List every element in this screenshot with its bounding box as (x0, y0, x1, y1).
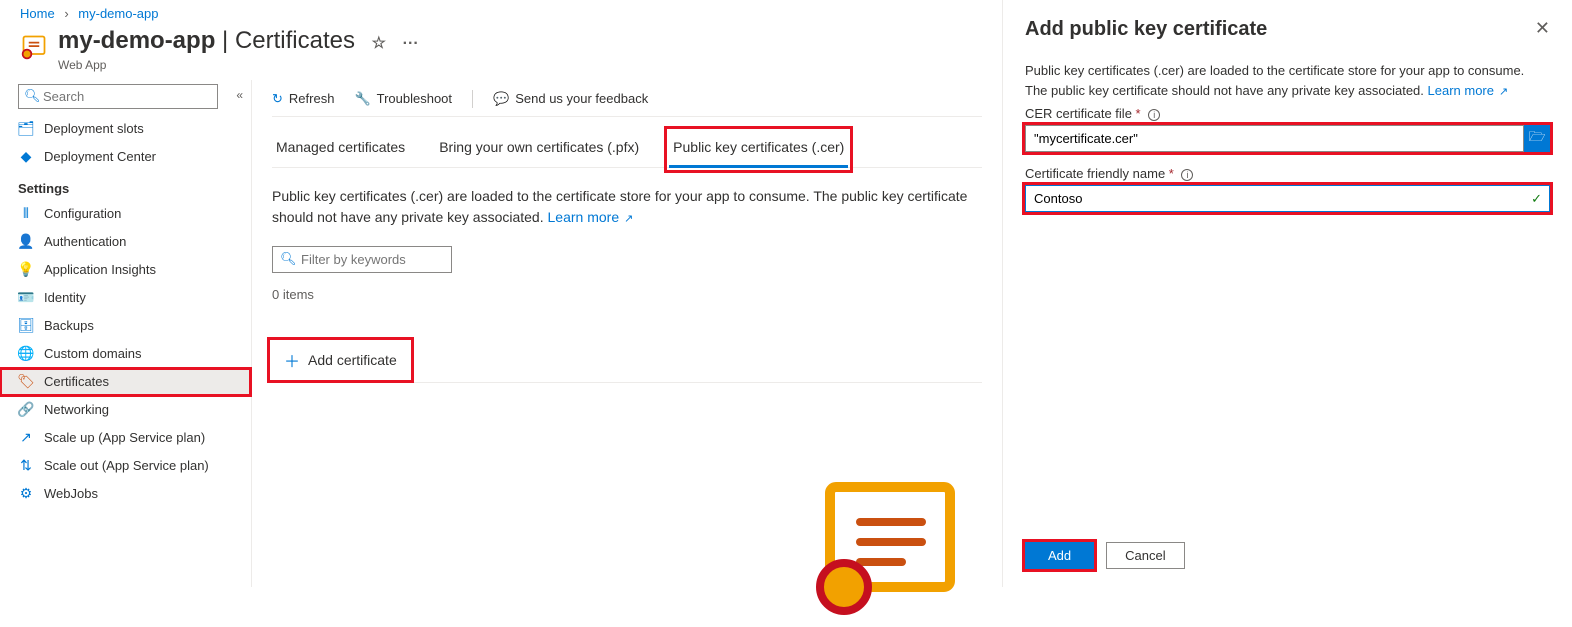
friendly-name-input[interactable] (1025, 185, 1550, 212)
authentication-icon: 👤 (18, 234, 34, 250)
sidebar-section-settings: Settings (0, 171, 251, 200)
external-link-icon: ↗ (621, 213, 633, 225)
scale-up-icon: ↗ (18, 430, 34, 446)
favorite-star-icon[interactable]: ☆ (372, 35, 386, 52)
wrench-icon: 🔧 (354, 91, 370, 107)
cancel-button[interactable]: Cancel (1106, 542, 1184, 569)
filter-input[interactable] (272, 246, 452, 273)
sidebar-item-identity[interactable]: 🪪 Identity (0, 284, 251, 312)
certificate-illustration-icon (812, 477, 962, 627)
sidebar-item-networking[interactable]: 🔗 Networking (0, 396, 251, 424)
add-certificate-button[interactable]: ＋ Add certificate (272, 342, 409, 378)
sidebar-search-input[interactable] (18, 84, 218, 109)
close-icon[interactable]: ✕ (1535, 18, 1550, 41)
deployment-center-icon: ◆ (18, 149, 34, 165)
sidebar-item-backups[interactable]: 🗄 Backups (0, 312, 251, 340)
browse-file-button[interactable]: 🗁 (1524, 125, 1550, 152)
filter-search-icon: 🔍︎ (280, 251, 297, 267)
folder-icon: 🗁 (1529, 128, 1546, 150)
certificates-icon: 🏷 (18, 374, 34, 390)
sidebar-item-label: Custom domains (44, 346, 142, 361)
sidebar-item-configuration[interactable]: ⦀ Configuration (0, 200, 251, 228)
cer-file-input[interactable] (1025, 125, 1524, 152)
sidebar-item-custom-domains[interactable]: 🌐 Custom domains (0, 340, 251, 368)
deployment-slots-icon: 🗂 (18, 121, 34, 137)
learn-more-link[interactable]: Learn more ↗ (548, 209, 634, 225)
sidebar-item-label: Networking (44, 402, 109, 417)
add-button[interactable]: Add (1025, 542, 1094, 569)
sidebar-item-scale-up-app-service-plan-[interactable]: ↗ Scale up (App Service plan) (0, 424, 251, 452)
tab-bring-your-own[interactable]: Bring your own certificates (.pfx) (435, 131, 643, 167)
sidebar-item-label: Backups (44, 318, 94, 333)
add-certificate-panel: Add public key certificate ✕ Public key … (1002, 0, 1572, 587)
friendly-name-label: Certificate friendly name * i (1025, 166, 1550, 181)
sidebar-item-application-insights[interactable]: 💡 Application Insights (0, 256, 251, 284)
sidebar-item-label: Configuration (44, 206, 121, 221)
sidebar-item-label: Certificates (44, 374, 109, 389)
sidebar-item-label: Scale out (App Service plan) (44, 458, 209, 473)
app-insights-icon: 💡 (18, 262, 34, 278)
checkmark-icon: ✓ (1531, 191, 1542, 207)
sidebar-item-label: WebJobs (44, 486, 98, 501)
sidebar-item-label: Application Insights (44, 262, 156, 277)
sidebar-item-label: Scale up (App Service plan) (44, 430, 205, 445)
scale-out-icon: ⇅ (18, 458, 34, 474)
breadcrumb: Home › my-demo-app (0, 0, 1002, 21)
refresh-icon: ↻ (272, 91, 283, 107)
identity-icon: 🪪 (18, 290, 34, 306)
item-count: 0 items (272, 287, 982, 302)
custom-domains-icon: 🌐 (18, 346, 34, 362)
tab-managed-certificates[interactable]: Managed certificates (272, 131, 409, 167)
info-icon[interactable]: i (1181, 169, 1193, 181)
configuration-icon: ⦀ (18, 206, 34, 222)
file-field-label: CER certificate file * i (1025, 106, 1550, 121)
breadcrumb-home[interactable]: Home (20, 6, 55, 21)
feedback-button[interactable]: 💬Send us your feedback (493, 91, 648, 107)
panel-learn-more-link[interactable]: Learn more ↗ (1428, 83, 1509, 98)
refresh-button[interactable]: ↻Refresh (272, 91, 334, 107)
sidebar-item-label: Authentication (44, 234, 126, 249)
info-icon[interactable]: i (1148, 109, 1160, 121)
add-certificate-label: Add certificate (308, 352, 397, 368)
breadcrumb-app[interactable]: my-demo-app (78, 6, 158, 21)
page-subtitle: Web App (58, 58, 419, 72)
troubleshoot-button[interactable]: 🔧Troubleshoot (354, 91, 452, 107)
tab-public-key-certificates[interactable]: Public key certificates (.cer) (669, 131, 848, 168)
networking-icon: 🔗 (18, 402, 34, 418)
sidebar-item-certificates[interactable]: 🏷 Certificates (0, 368, 251, 396)
toolbar-separator (472, 90, 473, 108)
external-link-icon: ↗ (1496, 86, 1508, 98)
sidebar: 🔍︎ « 🗂 Deployment slots ◆ Deployment Center… (0, 80, 252, 587)
search-icon: 🔍︎ (24, 88, 41, 104)
more-menu-icon[interactable]: ··· (403, 35, 419, 52)
webjobs-icon: ⚙ (18, 486, 34, 502)
backups-icon: 🗄 (18, 318, 34, 334)
sidebar-item-webjobs[interactable]: ⚙ WebJobs (0, 480, 251, 508)
sidebar-item-label: Identity (44, 290, 86, 305)
breadcrumb-sep: › (64, 6, 68, 21)
sidebar-item-label: Deployment Center (44, 149, 156, 164)
panel-title: Add public key certificate (1025, 18, 1267, 41)
plus-icon: ＋ (284, 348, 300, 372)
certificate-page-icon (20, 33, 48, 61)
panel-description: Public key certificates (.cer) are loade… (1025, 61, 1550, 100)
sidebar-item-authentication[interactable]: 👤 Authentication (0, 228, 251, 256)
feedback-icon: 💬 (493, 91, 509, 107)
collapse-sidebar-icon[interactable]: « (236, 88, 239, 102)
page-title: my-demo-app | Certificates ☆ ··· (58, 27, 419, 56)
sidebar-item-deployment-center[interactable]: ◆ Deployment Center (0, 143, 251, 171)
sidebar-item-deployment-slots[interactable]: 🗂 Deployment slots (0, 115, 251, 143)
tab-description: Public key certificates (.cer) are loade… (272, 186, 982, 228)
sidebar-item-scale-out-app-service-plan-[interactable]: ⇅ Scale out (App Service plan) (0, 452, 251, 480)
sidebar-item-label: Deployment slots (44, 121, 144, 136)
